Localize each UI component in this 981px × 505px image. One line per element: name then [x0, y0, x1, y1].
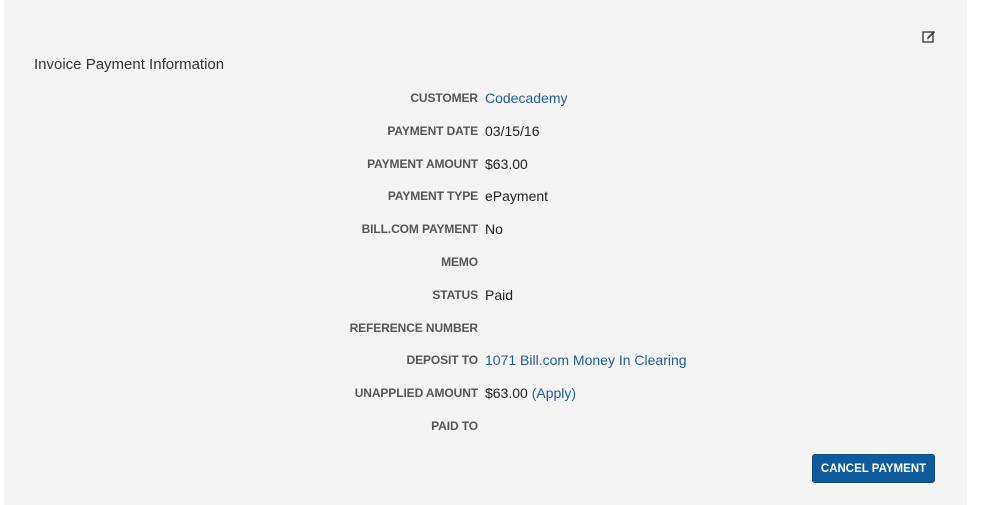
- field-label: MEMO: [441, 254, 478, 269]
- field-row-unapplied-amount: UNAPPLIED AMOUNT $63.00 (Apply): [4, 379, 967, 412]
- field-label: REFERENCE NUMBER: [349, 320, 479, 335]
- field-value: ePayment: [485, 188, 549, 205]
- unapplied-amount-value: $63.00 (Apply): [485, 385, 576, 401]
- field-label: STATUS: [432, 287, 478, 302]
- edit-button[interactable]: [920, 28, 938, 46]
- field-row-payment-date: PAYMENT DATE 03/15/16: [4, 117, 967, 150]
- cancel-payment-button[interactable]: CANCEL PAYMENT: [812, 454, 935, 483]
- customer-link[interactable]: Codecademy: [485, 90, 568, 106]
- field-row-reference-number: REFERENCE NUMBER: [4, 314, 967, 347]
- apply-link[interactable]: (Apply): [532, 385, 576, 401]
- field-label: PAYMENT TYPE: [387, 189, 478, 204]
- field-value: Paid: [485, 286, 514, 303]
- edit-square-icon: [922, 30, 936, 43]
- field-value: $63.00: [485, 385, 528, 402]
- field-row-status: STATUS Paid: [4, 281, 967, 314]
- invoice-payment-panel: Invoice Payment Information CUSTOMER Cod…: [4, 0, 967, 505]
- field-value: $63.00: [485, 155, 528, 172]
- field-label: BILL.COM PAYMENT: [361, 222, 479, 237]
- field-row-memo: MEMO: [4, 248, 967, 281]
- field-label: PAYMENT AMOUNT: [367, 156, 478, 171]
- field-row-payment-amount: PAYMENT AMOUNT $63.00: [4, 150, 967, 183]
- field-value: 03/15/16: [485, 122, 540, 139]
- field-row-billcom-payment: BILL.COM PAYMENT No: [4, 215, 967, 248]
- field-row-paid-to: PAID TO: [4, 412, 967, 445]
- field-value: No: [485, 221, 503, 238]
- deposit-account-link[interactable]: 1071 Bill.com Money In Clearing: [485, 352, 687, 368]
- field-row-customer: CUSTOMER Codecademy: [4, 84, 967, 117]
- payment-details: CUSTOMER Codecademy PAYMENT DATE 03/15/1…: [4, 84, 967, 445]
- field-label: DEPOSIT TO: [406, 353, 479, 368]
- field-label: PAID TO: [431, 418, 478, 433]
- field-row-payment-type: PAYMENT TYPE ePayment: [4, 182, 967, 215]
- field-label: UNAPPLIED AMOUNT: [354, 386, 478, 401]
- field-row-deposit-to: DEPOSIT TO 1071 Bill.com Money In Cleari…: [4, 346, 967, 379]
- field-label: CUSTOMER: [410, 91, 478, 105]
- panel-title: Invoice Payment Information: [34, 56, 225, 73]
- field-label: PAYMENT DATE: [387, 123, 478, 138]
